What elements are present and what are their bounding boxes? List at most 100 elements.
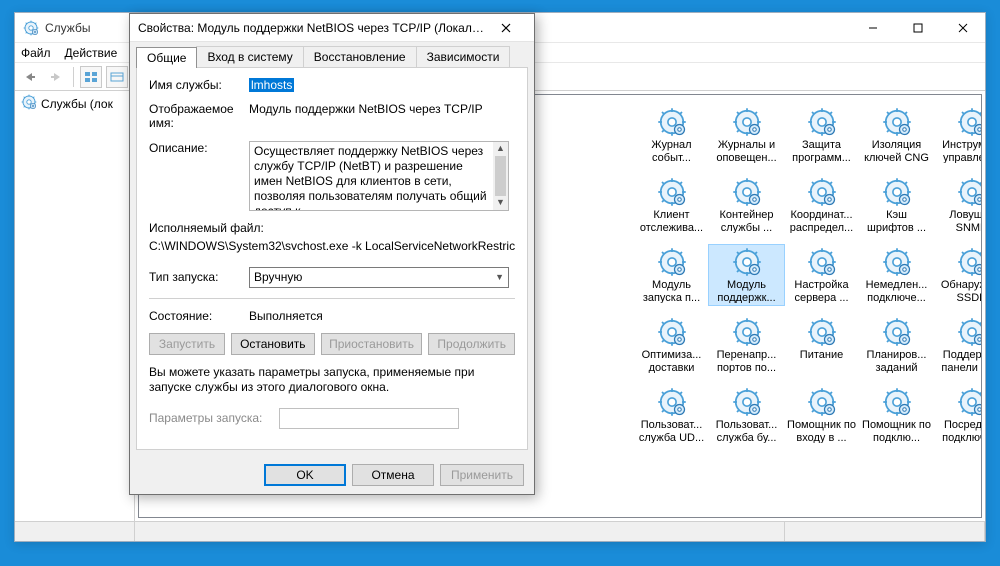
scroll-up-icon[interactable]: ▲ (493, 142, 508, 156)
nav-back-button[interactable] (19, 66, 41, 88)
service-label: Модуль поддержк... (712, 279, 782, 303)
gear-icon (807, 107, 837, 137)
label-startup-type: Тип запуска: (149, 270, 249, 284)
value-service-name[interactable]: lmhosts (249, 78, 294, 92)
description-scrollbar[interactable]: ▲ ▼ (493, 142, 508, 210)
dialog-close-button[interactable] (486, 14, 526, 41)
label-description: Описание: (149, 141, 249, 211)
service-item[interactable]: Журнал событ... (634, 105, 709, 165)
dialog-title: Свойства: Модуль поддержки NetBIOS через… (138, 21, 486, 35)
menu-file[interactable]: Файл (21, 46, 51, 60)
service-item[interactable] (559, 105, 599, 165)
service-item[interactable]: Клиент отслежива... (634, 175, 709, 235)
tab-dependencies[interactable]: Зависимости (416, 46, 511, 67)
gear-icon (807, 317, 837, 347)
service-item[interactable]: Поддержка панели уп... (934, 315, 981, 375)
service-label: Помощник по подклю... (862, 419, 932, 443)
service-item[interactable]: Перенапр... портов по... (709, 315, 784, 375)
gear-icon (732, 247, 762, 277)
gear-icon (732, 387, 762, 417)
service-item[interactable] (559, 315, 599, 375)
gear-icon (732, 317, 762, 347)
gear-icon (657, 317, 687, 347)
tab-general[interactable]: Общие (136, 47, 197, 68)
service-item[interactable]: Кэш шрифтов ... (859, 175, 934, 235)
service-item[interactable]: Изоляция ключей CNG (859, 105, 934, 165)
service-item[interactable]: Немедлен... подключе... (859, 245, 934, 305)
service-item[interactable]: Защита программ... (784, 105, 859, 165)
service-item[interactable] (559, 245, 599, 305)
label-executable: Исполняемый файл: (149, 221, 515, 235)
service-label: Помощник по входу в ... (787, 419, 857, 443)
view-large-icons-button[interactable] (80, 66, 102, 88)
toolbar-divider (73, 67, 74, 87)
service-item[interactable]: Ловушка SNMP (934, 175, 981, 235)
menu-action[interactable]: Действие (65, 46, 118, 60)
dialog-tabs: Общие Вход в систему Восстановление Зави… (130, 42, 534, 67)
service-item[interactable] (559, 175, 599, 235)
service-label: Планиров... заданий (862, 349, 932, 373)
chevron-down-icon: ▼ (495, 272, 504, 282)
minimize-button[interactable] (850, 13, 895, 42)
service-item[interactable]: Модуль запуска п... (634, 245, 709, 305)
gear-icon (957, 177, 982, 207)
description-box[interactable]: Осуществляет поддержку NetBIOS через слу… (249, 141, 509, 211)
service-label: Защита программ... (787, 139, 857, 163)
main-title: Службы (45, 21, 90, 35)
nav-fwd-button[interactable] (45, 66, 67, 88)
service-label: Настройка сервера ... (787, 279, 857, 303)
stop-button[interactable]: Остановить (231, 333, 315, 355)
cancel-button[interactable]: Отмена (352, 464, 434, 486)
service-item[interactable]: Координат... распредел... (784, 175, 859, 235)
service-item[interactable]: Помощник по подклю... (859, 385, 934, 445)
value-startup-type: Вручную (254, 270, 302, 284)
label-display-name: Отображаемое имя: (149, 102, 249, 131)
service-label: Координат... распредел... (787, 209, 857, 233)
service-item[interactable]: Контейнер службы ... (709, 175, 784, 235)
service-item[interactable]: Питание (784, 315, 859, 375)
service-label: Пользоват... служба бу... (712, 419, 782, 443)
scroll-thumb[interactable] (495, 156, 506, 196)
service-item[interactable]: Пользоват... служба UD... (634, 385, 709, 445)
gear-icon (657, 247, 687, 277)
dialog-titlebar[interactable]: Свойства: Модуль поддержки NetBIOS через… (130, 14, 534, 42)
scroll-down-icon[interactable]: ▼ (493, 196, 508, 210)
label-state: Состояние: (149, 309, 249, 323)
service-label: Поддержка панели уп... (937, 349, 982, 373)
service-item[interactable]: Журналы и оповещен... (709, 105, 784, 165)
gear-icon (23, 20, 39, 36)
service-item[interactable]: Настройка сервера ... (784, 245, 859, 305)
view-details-button[interactable] (106, 66, 128, 88)
gear-icon (957, 317, 982, 347)
service-label: Оптимиза... доставки (637, 349, 707, 373)
service-label: Перенапр... портов по... (712, 349, 782, 373)
gear-icon (957, 247, 982, 277)
service-item[interactable]: Помощник по входу в ... (784, 385, 859, 445)
statusbar (15, 521, 985, 541)
maximize-button[interactable] (895, 13, 940, 42)
service-item[interactable]: Оптимиза... доставки (634, 315, 709, 375)
close-button[interactable] (940, 13, 985, 42)
service-item[interactable] (559, 385, 599, 445)
ok-button[interactable]: OK (264, 464, 346, 486)
service-item[interactable]: Пользоват... служба бу... (709, 385, 784, 445)
gear-icon (807, 247, 837, 277)
params-hint: Вы можете указать параметры запуска, при… (149, 365, 515, 396)
gear-icon (957, 107, 982, 137)
tab-recovery[interactable]: Восстановление (303, 46, 417, 67)
divider (149, 298, 515, 299)
service-item[interactable]: Инструме... управлен... (934, 105, 981, 165)
service-item[interactable]: Планиров... заданий (859, 315, 934, 375)
tab-logon[interactable]: Вход в систему (196, 46, 303, 67)
service-label: Журналы и оповещен... (712, 139, 782, 163)
service-item[interactable]: Модуль поддержк... (709, 245, 784, 305)
gear-icon (882, 177, 912, 207)
sidebar-item-services-local[interactable]: Службы (лок (15, 91, 134, 116)
service-label: Немедлен... подключе... (862, 279, 932, 303)
service-item[interactable]: Посредник подключе... (934, 385, 981, 445)
service-label: Изоляция ключей CNG (862, 139, 932, 163)
startup-type-combo[interactable]: Вручную ▼ (249, 267, 509, 288)
gear-icon (657, 177, 687, 207)
value-description: Осуществляет поддержку NetBIOS через слу… (254, 144, 487, 211)
service-item[interactable]: Обнаруже... SSDP (934, 245, 981, 305)
